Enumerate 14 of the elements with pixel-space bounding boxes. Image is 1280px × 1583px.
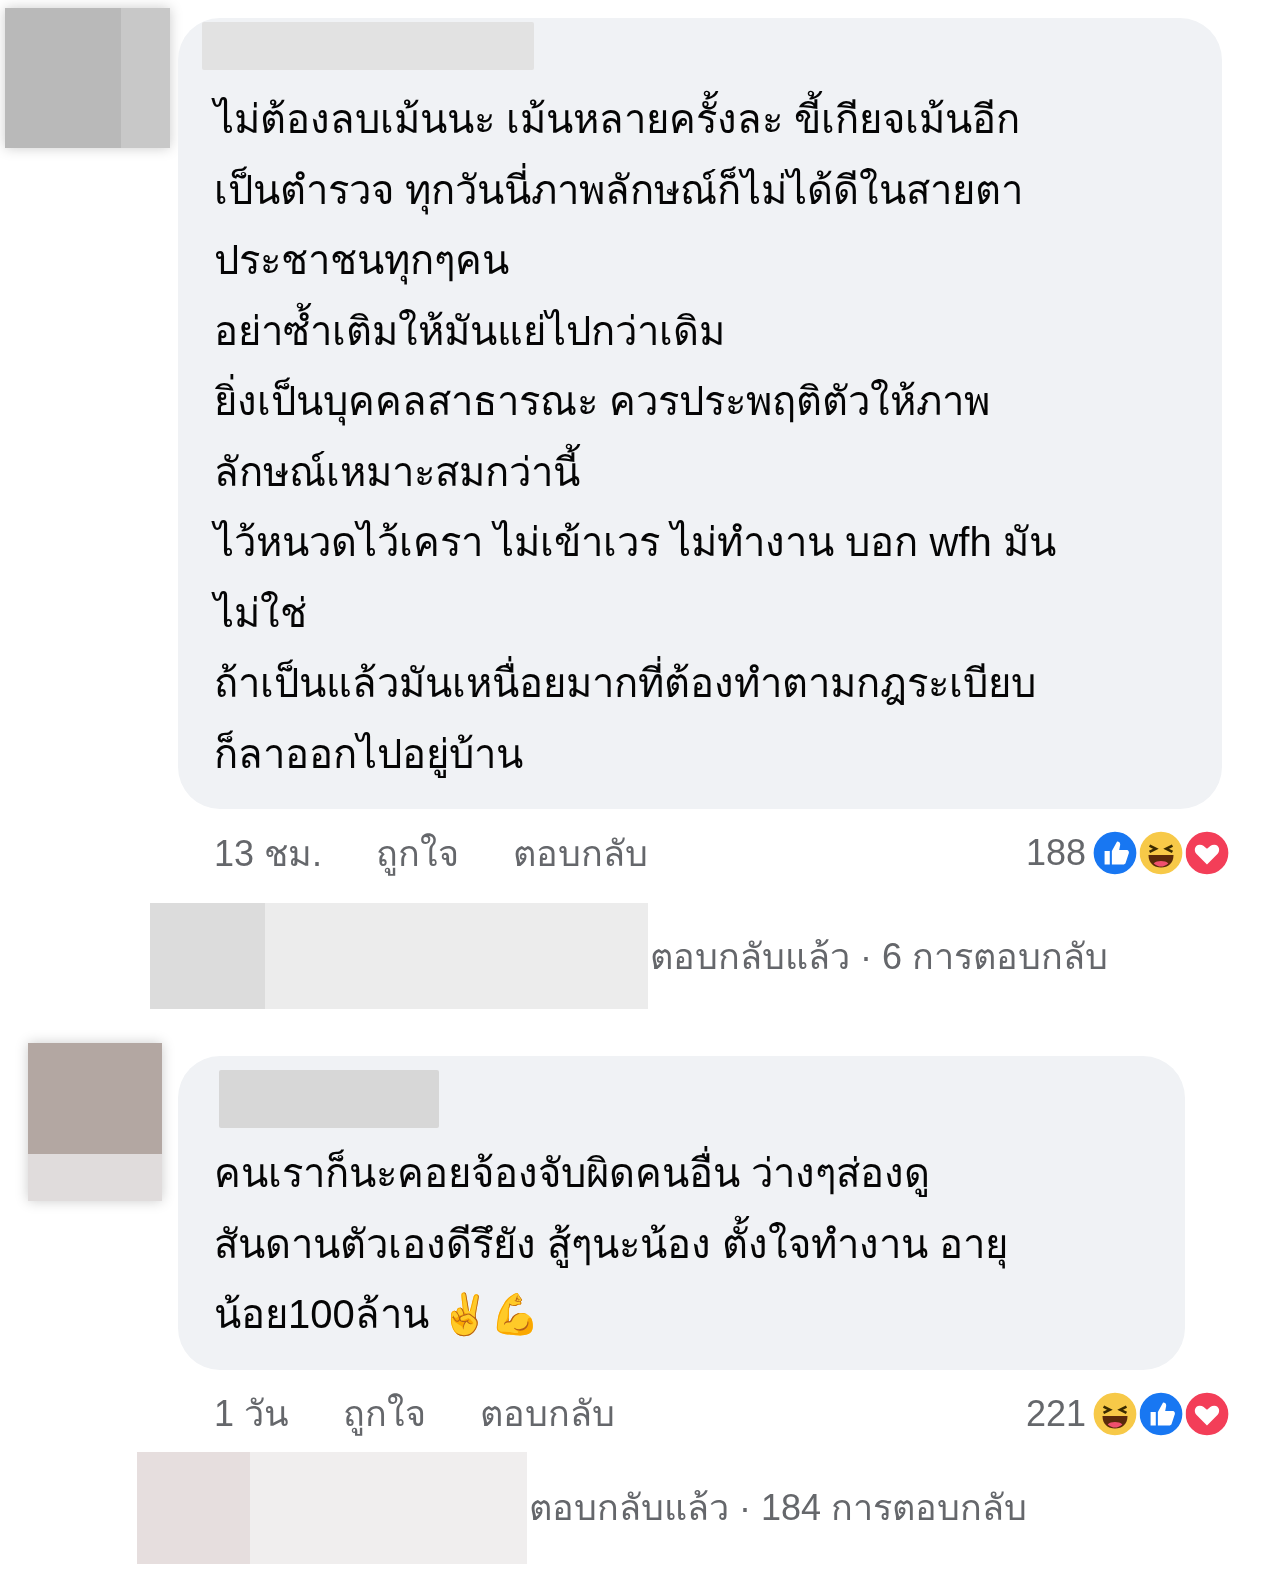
reaction-count: 221 [1025, 1392, 1086, 1435]
like-link[interactable]: ถูกใจ [376, 824, 460, 882]
heart-reaction-icon [1182, 828, 1232, 878]
like-reaction-icon [1090, 828, 1140, 878]
comment-time: 13 ชม. [214, 831, 323, 876]
comment-time: 1 วัน [214, 1392, 290, 1436]
laughing-reaction-icon [1136, 828, 1186, 878]
reply-link[interactable]: ตอบกลับ [480, 1385, 616, 1442]
view-replies-link[interactable]: ตอบกลับแล้ว · 6 การตอบกลับ [650, 927, 1108, 985]
view-replies-link[interactable]: ตอบกลับแล้ว · 184 การตอบกลับ [529, 1479, 1028, 1536]
reaction-count: 188 [1025, 832, 1086, 874]
like-link[interactable]: ถูกใจ [343, 1385, 427, 1442]
reply-link[interactable]: ตอบกลับ [513, 824, 649, 882]
comment-text: คนเราก็นะคอยจ้องจับผิดคนอื่น ว่างๆส่องดู สันดานตัวเองดีรึยัง สู้ๆนะน้อง ตั้งใจทำงาน อายุ น้อย100ล้าน ✌💪 [214, 1138, 1149, 1350]
